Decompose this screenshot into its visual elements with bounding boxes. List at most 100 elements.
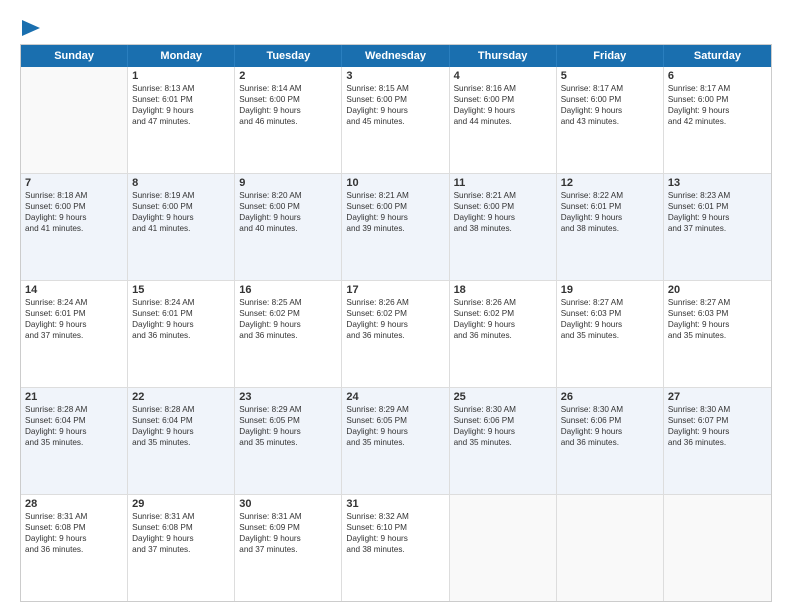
cell-line: and 37 minutes. [25, 330, 123, 341]
cell-line: Daylight: 9 hours [561, 212, 659, 223]
cal-cell: 25Sunrise: 8:30 AMSunset: 6:06 PMDayligh… [450, 388, 557, 494]
cell-line: Daylight: 9 hours [346, 319, 444, 330]
cell-line: and 36 minutes. [239, 330, 337, 341]
cell-line: Daylight: 9 hours [25, 319, 123, 330]
cell-line: Sunrise: 8:26 AM [454, 297, 552, 308]
cell-line: Daylight: 9 hours [454, 426, 552, 437]
cell-line: and 35 minutes. [239, 437, 337, 448]
cell-line: and 35 minutes. [25, 437, 123, 448]
day-number: 18 [454, 284, 552, 296]
cell-line: Sunset: 6:00 PM [132, 201, 230, 212]
cell-line: Sunrise: 8:24 AM [25, 297, 123, 308]
cell-line: Daylight: 9 hours [561, 319, 659, 330]
cal-cell: 14Sunrise: 8:24 AMSunset: 6:01 PMDayligh… [21, 281, 128, 387]
cell-line: Sunset: 6:02 PM [346, 308, 444, 319]
cal-cell: 2Sunrise: 8:14 AMSunset: 6:00 PMDaylight… [235, 67, 342, 173]
day-number: 25 [454, 391, 552, 403]
day-number: 10 [346, 177, 444, 189]
cell-line: and 41 minutes. [25, 223, 123, 234]
cell-line: Sunset: 6:08 PM [132, 522, 230, 533]
cell-line: Daylight: 9 hours [668, 319, 767, 330]
cal-row: 7Sunrise: 8:18 AMSunset: 6:00 PMDaylight… [21, 174, 771, 281]
cal-cell: 24Sunrise: 8:29 AMSunset: 6:05 PMDayligh… [342, 388, 449, 494]
cal-cell: 13Sunrise: 8:23 AMSunset: 6:01 PMDayligh… [664, 174, 771, 280]
cell-line: Sunset: 6:00 PM [668, 94, 767, 105]
cell-line: Sunset: 6:00 PM [346, 94, 444, 105]
cell-line: and 36 minutes. [132, 330, 230, 341]
cell-line: Daylight: 9 hours [132, 212, 230, 223]
cell-line: Daylight: 9 hours [346, 212, 444, 223]
day-number: 3 [346, 70, 444, 82]
cal-header-cell: Thursday [450, 45, 557, 67]
day-number: 15 [132, 284, 230, 296]
cell-line: Sunset: 6:01 PM [132, 308, 230, 319]
day-number: 9 [239, 177, 337, 189]
day-number: 7 [25, 177, 123, 189]
day-number: 4 [454, 70, 552, 82]
cal-cell: 5Sunrise: 8:17 AMSunset: 6:00 PMDaylight… [557, 67, 664, 173]
day-number: 22 [132, 391, 230, 403]
cal-cell: 23Sunrise: 8:29 AMSunset: 6:05 PMDayligh… [235, 388, 342, 494]
cell-line: Sunset: 6:00 PM [561, 94, 659, 105]
cal-cell: 7Sunrise: 8:18 AMSunset: 6:00 PMDaylight… [21, 174, 128, 280]
cell-line: Sunrise: 8:27 AM [668, 297, 767, 308]
cell-line: Sunrise: 8:31 AM [239, 511, 337, 522]
cell-line: Sunset: 6:09 PM [239, 522, 337, 533]
day-number: 20 [668, 284, 767, 296]
cal-header-cell: Wednesday [342, 45, 449, 67]
page: SundayMondayTuesdayWednesdayThursdayFrid… [0, 0, 792, 612]
cell-line: Sunset: 6:10 PM [346, 522, 444, 533]
cell-line: Sunset: 6:06 PM [454, 415, 552, 426]
cell-line: Daylight: 9 hours [132, 105, 230, 116]
cal-header-cell: Sunday [21, 45, 128, 67]
cell-line: and 36 minutes. [346, 330, 444, 341]
cell-line: Sunset: 6:02 PM [454, 308, 552, 319]
cell-line: Daylight: 9 hours [132, 533, 230, 544]
cell-line: Sunset: 6:01 PM [25, 308, 123, 319]
cell-line: Sunset: 6:00 PM [239, 201, 337, 212]
cell-line: Sunrise: 8:27 AM [561, 297, 659, 308]
cell-line: and 35 minutes. [346, 437, 444, 448]
cell-line: Sunset: 6:03 PM [668, 308, 767, 319]
day-number: 16 [239, 284, 337, 296]
day-number: 19 [561, 284, 659, 296]
cell-line: Sunrise: 8:29 AM [239, 404, 337, 415]
cell-line: Sunset: 6:00 PM [239, 94, 337, 105]
cal-cell [21, 67, 128, 173]
day-number: 28 [25, 498, 123, 510]
calendar-header: SundayMondayTuesdayWednesdayThursdayFrid… [21, 45, 771, 67]
day-number: 14 [25, 284, 123, 296]
cell-line: Sunrise: 8:30 AM [454, 404, 552, 415]
cell-line: Sunrise: 8:29 AM [346, 404, 444, 415]
cell-line: Daylight: 9 hours [668, 426, 767, 437]
cell-line: Daylight: 9 hours [25, 533, 123, 544]
cell-line: Sunset: 6:00 PM [454, 94, 552, 105]
cal-header-cell: Monday [128, 45, 235, 67]
cal-cell [557, 495, 664, 601]
day-number: 8 [132, 177, 230, 189]
cell-line: Sunset: 6:03 PM [561, 308, 659, 319]
cell-line: Sunset: 6:01 PM [132, 94, 230, 105]
cell-line: and 46 minutes. [239, 116, 337, 127]
cell-line: Daylight: 9 hours [454, 212, 552, 223]
cell-line: Sunset: 6:06 PM [561, 415, 659, 426]
cell-line: Daylight: 9 hours [454, 105, 552, 116]
day-number: 11 [454, 177, 552, 189]
cell-line: and 40 minutes. [239, 223, 337, 234]
cal-cell: 6Sunrise: 8:17 AMSunset: 6:00 PMDaylight… [664, 67, 771, 173]
cell-line: Sunrise: 8:15 AM [346, 83, 444, 94]
cell-line: Sunrise: 8:17 AM [668, 83, 767, 94]
cell-line: and 35 minutes. [454, 437, 552, 448]
cal-cell: 29Sunrise: 8:31 AMSunset: 6:08 PMDayligh… [128, 495, 235, 601]
cal-row: 28Sunrise: 8:31 AMSunset: 6:08 PMDayligh… [21, 495, 771, 601]
cell-line: Sunrise: 8:32 AM [346, 511, 444, 522]
cell-line: Sunrise: 8:22 AM [561, 190, 659, 201]
cell-line: Daylight: 9 hours [132, 426, 230, 437]
cell-line: and 36 minutes. [668, 437, 767, 448]
logo-general [20, 18, 44, 36]
cell-line: Daylight: 9 hours [346, 533, 444, 544]
cal-cell: 1Sunrise: 8:13 AMSunset: 6:01 PMDaylight… [128, 67, 235, 173]
day-number: 5 [561, 70, 659, 82]
day-number: 21 [25, 391, 123, 403]
cell-line: Daylight: 9 hours [25, 212, 123, 223]
